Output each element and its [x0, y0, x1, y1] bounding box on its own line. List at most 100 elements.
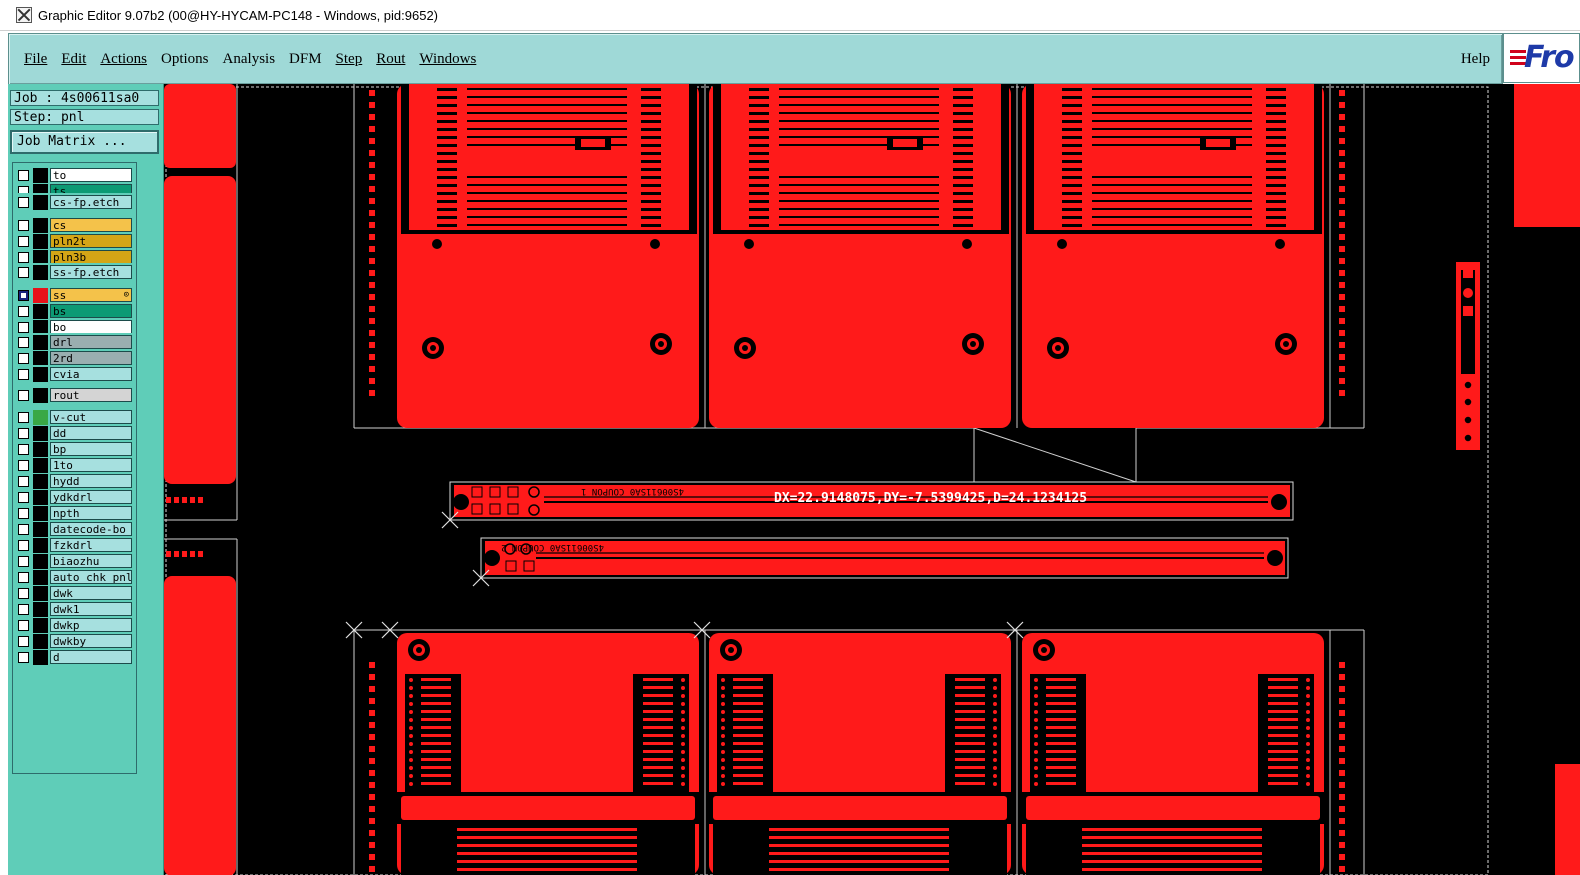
menu-file[interactable]: File [24, 51, 47, 68]
layer-checkbox[interactable] [18, 508, 29, 519]
layer-name[interactable]: hydd [50, 474, 132, 488]
layer-checkbox[interactable] [18, 620, 29, 631]
layer-row-rout[interactable]: rout [15, 388, 134, 403]
layer-name[interactable]: v-cut [50, 410, 132, 424]
layer-name[interactable]: biaozhu [50, 554, 132, 568]
layer-name[interactable]: rout [50, 388, 132, 402]
layer-name[interactable]: auto_chk_pnl [50, 570, 132, 584]
layer-checkbox[interactable] [18, 170, 29, 181]
layer-color-swatch[interactable] [33, 288, 48, 303]
layer-name[interactable]: 2rd [50, 351, 132, 365]
layer-name[interactable]: 1to [50, 458, 132, 472]
layer-color-swatch[interactable] [33, 538, 48, 553]
layer-color-swatch[interactable] [33, 586, 48, 601]
layer-color-swatch[interactable] [33, 522, 48, 537]
layer-row-dd[interactable]: dd [15, 426, 134, 441]
layer-row-ss[interactable]: ss ⊙ [15, 288, 134, 303]
layer-checkbox[interactable] [18, 369, 29, 380]
layer-color-swatch[interactable] [33, 426, 48, 441]
layer-row-datecode-bo[interactable]: datecode-bo [15, 522, 134, 537]
layer-checkbox[interactable] [18, 524, 29, 535]
menu-actions[interactable]: Actions [100, 51, 147, 68]
layer-row-bs[interactable]: bs [15, 304, 134, 319]
menu-help[interactable]: Help [1461, 51, 1490, 68]
layer-checkbox[interactable] [18, 290, 29, 301]
layer-row-cvia[interactable]: cvia [15, 367, 134, 382]
layer-name[interactable]: fzkdrl [50, 538, 132, 552]
layer-color-swatch[interactable] [33, 458, 48, 473]
layer-checkbox[interactable] [18, 353, 29, 364]
menu-edit[interactable]: Edit [61, 51, 86, 68]
layer-row-v-cut[interactable]: v-cut [15, 410, 134, 425]
layer-checkbox[interactable] [18, 236, 29, 247]
layer-name[interactable]: bo [50, 320, 132, 334]
layer-row-fzkdrl[interactable]: fzkdrl [15, 538, 134, 553]
layer-checkbox[interactable] [18, 412, 29, 423]
layer-color-swatch[interactable] [33, 490, 48, 505]
layer-color-swatch[interactable] [33, 442, 48, 457]
layer-color-swatch[interactable] [33, 265, 48, 280]
graphic-canvas[interactable]: 4S00611SA0 COUPON 1 4S00611SA0 COUPON 2 DX… [164, 84, 1580, 875]
menu-dfm[interactable]: DFM [289, 51, 322, 68]
pcb-panel-view[interactable]: 4S00611SA0 COUPON 1 4S00611SA0 COUPON 2 DX… [164, 84, 1580, 875]
layer-row-cs[interactable]: cs [15, 218, 134, 233]
layer-color-swatch[interactable] [33, 335, 48, 350]
layer-row-drl[interactable]: drl [15, 335, 134, 350]
layer-row-biaozhu[interactable]: biaozhu [15, 554, 134, 569]
layer-color-swatch[interactable] [33, 234, 48, 249]
layer-checkbox[interactable] [18, 390, 29, 401]
layer-checkbox[interactable] [18, 636, 29, 647]
layer-checkbox[interactable] [18, 604, 29, 615]
layer-checkbox[interactable] [18, 588, 29, 599]
layer-row-npth[interactable]: npth [15, 506, 134, 521]
layer-checkbox[interactable] [18, 197, 29, 208]
layer-name[interactable]: ss-fp.etch [50, 265, 132, 279]
layer-row-bp[interactable]: bp [15, 442, 134, 457]
layer-name[interactable]: cs [50, 218, 132, 232]
layer-row-dwkp[interactable]: dwkp [15, 618, 134, 633]
layer-row-cs-fp.etch[interactable]: cs-fp.etch [15, 195, 134, 210]
layer-color-swatch[interactable] [33, 506, 48, 521]
layer-row-2rd[interactable]: 2rd [15, 351, 134, 366]
layer-name[interactable]: ydkdrl [50, 490, 132, 504]
menu-options[interactable]: Options [161, 51, 209, 68]
layer-name[interactable]: npth [50, 506, 132, 520]
layer-name[interactable]: dd [50, 426, 132, 440]
layer-checkbox[interactable] [18, 267, 29, 278]
layer-row-hydd[interactable]: hydd [15, 474, 134, 489]
layer-checkbox[interactable] [18, 492, 29, 503]
layer-color-swatch[interactable] [33, 554, 48, 569]
layer-checkbox[interactable] [18, 252, 29, 263]
layer-name[interactable]: dwk [50, 586, 132, 600]
layer-checkbox[interactable] [18, 444, 29, 455]
menu-rout[interactable]: Rout [376, 51, 405, 68]
layer-name[interactable]: pln3b [50, 250, 132, 264]
layer-color-swatch[interactable] [33, 618, 48, 633]
layer-color-swatch[interactable] [33, 570, 48, 585]
layer-name[interactable]: cvia [50, 367, 132, 381]
layer-checkbox[interactable] [18, 306, 29, 317]
layer-name[interactable]: bs [50, 304, 132, 318]
layer-row-auto_chk_pnl[interactable]: auto_chk_pnl [15, 570, 134, 585]
layer-color-swatch[interactable] [33, 195, 48, 210]
layer-color-swatch[interactable] [33, 634, 48, 649]
layer-name[interactable]: dwk1 [50, 602, 132, 616]
layer-row-dwkby[interactable]: dwkby [15, 634, 134, 649]
layer-checkbox[interactable] [18, 652, 29, 663]
layer-row-dwk[interactable]: dwk [15, 586, 134, 601]
layer-name[interactable]: bp [50, 442, 132, 456]
menu-step[interactable]: Step [336, 51, 363, 68]
layer-color-swatch[interactable] [33, 602, 48, 617]
layer-name[interactable]: ss ⊙ [50, 288, 132, 302]
layer-checkbox[interactable] [18, 428, 29, 439]
layer-name[interactable]: drl [50, 335, 132, 349]
layer-checkbox[interactable] [18, 220, 29, 231]
layer-name[interactable]: pln2t [50, 234, 132, 248]
layer-name[interactable]: to [50, 168, 132, 182]
layer-name[interactable]: dwkp [50, 618, 132, 632]
layer-checkbox[interactable] [18, 476, 29, 487]
layer-checkbox[interactable] [18, 460, 29, 471]
menu-analysis[interactable]: Analysis [223, 51, 276, 68]
layer-row-ydkdrl[interactable]: ydkdrl [15, 490, 134, 505]
layer-row-ss-fp.etch[interactable]: ss-fp.etch [15, 265, 134, 280]
